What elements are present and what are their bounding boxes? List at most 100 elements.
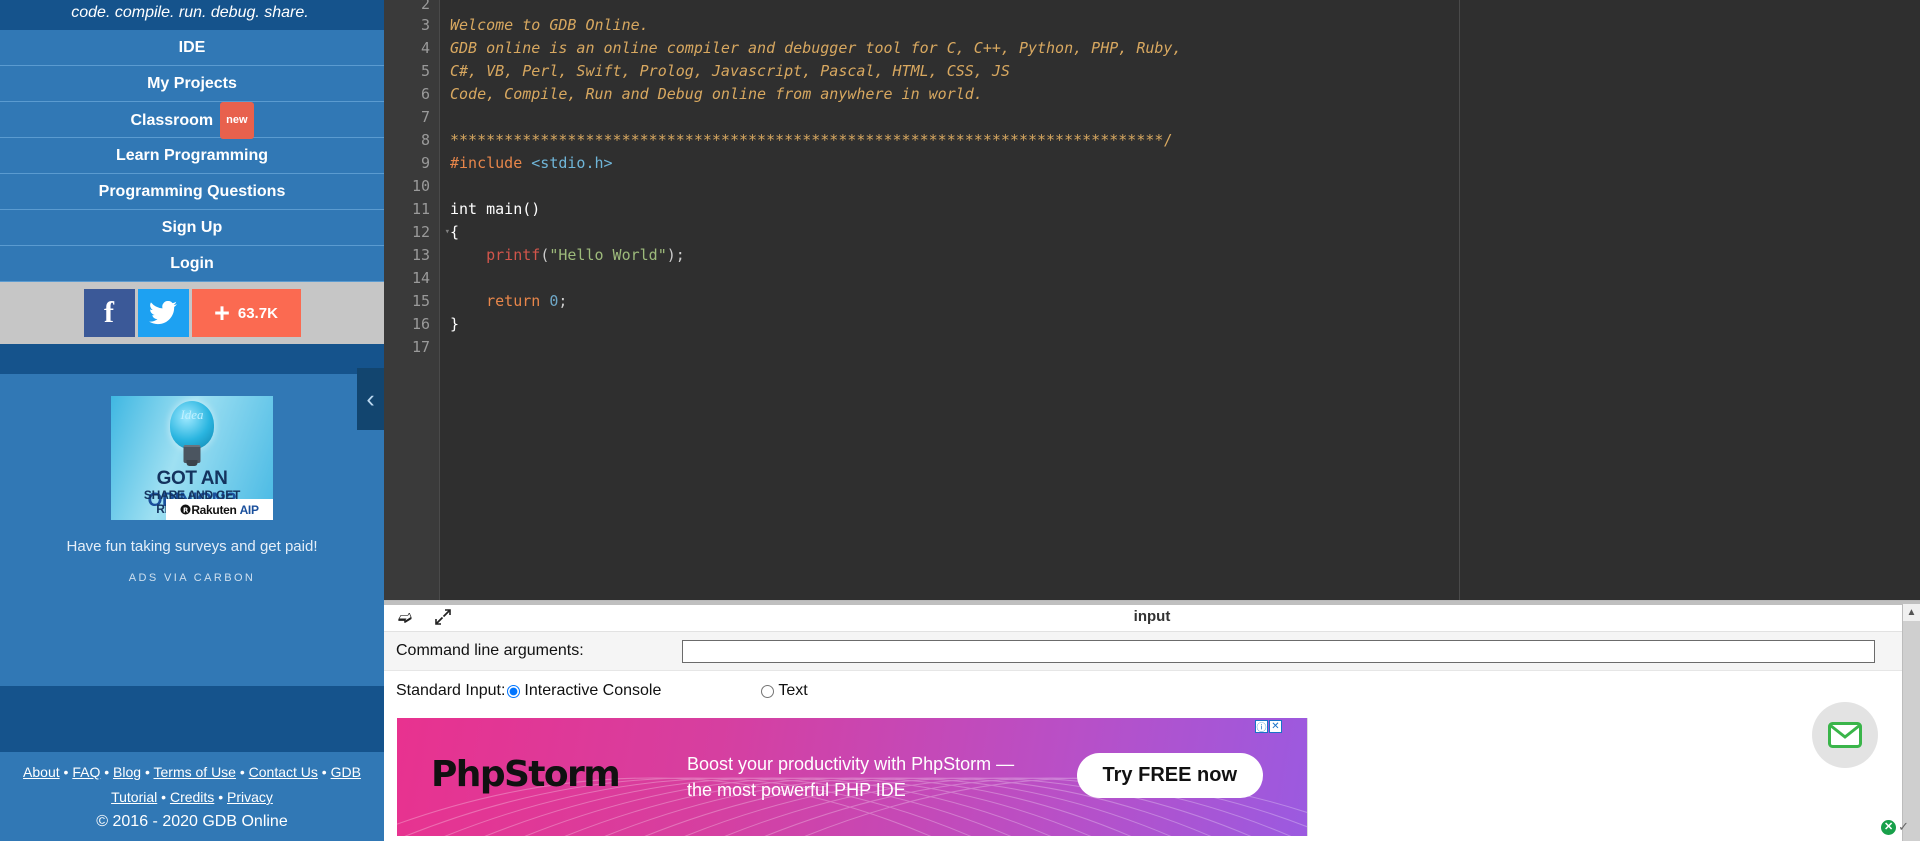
code-line: Welcome to GDB Online. bbox=[450, 16, 649, 34]
carbon-ad[interactable]: Idea GOT AN OPINION? SHARE AND GET REWAR… bbox=[0, 374, 384, 602]
facebook-icon[interactable]: f bbox=[83, 289, 135, 337]
editor-guide-line bbox=[1459, 0, 1460, 600]
envelope-icon bbox=[1828, 722, 1862, 748]
standard-input-row: Standard Input: Interactive Console Text bbox=[384, 671, 1920, 711]
code-line: #include <stdio.h> bbox=[440, 152, 1920, 175]
sidebar-item-login[interactable]: Login bbox=[0, 246, 384, 282]
standard-input-label: Standard Input: bbox=[396, 682, 506, 699]
footer-link-privacy[interactable]: Privacy bbox=[227, 789, 273, 805]
footer-links: About • FAQ • Blog • Terms of Use • Cont… bbox=[8, 760, 376, 810]
sidebar-item-my-projects[interactable]: My Projects bbox=[0, 66, 384, 102]
ad-brand-name: PhpStorm bbox=[431, 754, 621, 795]
footer-link-about[interactable]: About bbox=[23, 764, 60, 780]
code-editor[interactable]: 2 3 4 5 6 7 8 9 10 11 12 ▾ 13 14 15 16 17… bbox=[384, 0, 1920, 600]
line-number: 3 bbox=[420, 16, 430, 34]
footer-separator: • bbox=[104, 764, 110, 780]
code-line: GDB online is an online compiler and deb… bbox=[450, 39, 1182, 57]
sidebar-item-label: My Projects bbox=[147, 75, 237, 92]
line-number: 2 bbox=[420, 0, 430, 13]
radio-text[interactable]: Text bbox=[761, 682, 808, 700]
carbon-ad-body[interactable]: Have fun taking surveys and get paid! bbox=[0, 536, 384, 558]
footer-link-terms-of-use[interactable]: Terms of Use bbox=[154, 764, 236, 780]
ad-copy-line2: the most powerful PHP IDE bbox=[687, 780, 906, 800]
line-number: 6 bbox=[420, 85, 430, 103]
command-line-row: Command line arguments: bbox=[384, 632, 1920, 671]
code-line: { bbox=[450, 223, 460, 241]
carbon-ad-poweredby[interactable]: ADS VIA CARBON bbox=[0, 572, 384, 584]
new-badge: new bbox=[220, 102, 254, 139]
sidebar-item-label: IDE bbox=[178, 39, 206, 56]
line-number: 10 bbox=[411, 177, 430, 195]
footer-link-contact-us[interactable]: Contact Us bbox=[249, 764, 318, 780]
radio-interactive-console-input[interactable] bbox=[507, 684, 521, 698]
chevron-left-icon: ‹ bbox=[366, 384, 375, 413]
twitter-icon[interactable] bbox=[137, 289, 189, 337]
string-literal: "Hello World" bbox=[549, 246, 667, 264]
footer-link-faq[interactable]: FAQ bbox=[72, 764, 100, 780]
sidebar-item-label: Classroom bbox=[130, 112, 214, 129]
check-icon: ✓ bbox=[1898, 819, 1909, 834]
sidebar-item-sign-up[interactable]: Sign Up bbox=[0, 210, 384, 246]
line-number: 4 bbox=[420, 39, 430, 57]
scroll-up-arrow-icon[interactable]: ▲ bbox=[1903, 604, 1920, 621]
carbon-ad-headline-plain: GOT AN bbox=[156, 468, 228, 489]
code-line: ****************************************… bbox=[450, 131, 1173, 149]
footer-link-blog[interactable]: Blog bbox=[113, 764, 141, 780]
line-number: 8 bbox=[420, 131, 430, 149]
command-line-input[interactable] bbox=[682, 639, 1875, 663]
footer-link-credits[interactable]: Credits bbox=[170, 789, 214, 805]
code-line: } bbox=[450, 315, 460, 333]
plus-icon: + bbox=[214, 297, 230, 328]
panel-title: input bbox=[1133, 608, 1171, 625]
line-number: 5 bbox=[420, 62, 430, 80]
status-check-icon[interactable]: ✕ bbox=[1881, 819, 1897, 835]
share-count-button[interactable]: + 63.7K bbox=[191, 289, 301, 337]
sidebar-divider bbox=[0, 344, 384, 374]
line-number: 12 ▾ bbox=[384, 221, 450, 244]
copyright-text: © 2016 - 2020 GDB Online bbox=[96, 813, 288, 830]
paren-close-semicolon: ); bbox=[666, 246, 685, 264]
carbon-ad-image: Idea GOT AN OPINION? SHARE AND GET REWAR… bbox=[111, 396, 273, 520]
sidebar-item-learn-programming[interactable]: Learn Programming bbox=[0, 138, 384, 174]
radio-interactive-console[interactable]: Interactive Console bbox=[507, 682, 661, 700]
status-badge[interactable]: ✕ ✓ bbox=[1881, 819, 1909, 835]
carbon-ad-brand-name: Rakuten bbox=[191, 502, 237, 517]
bottom-advertisement[interactable]: PhpStorm Boost your productivity with Ph… bbox=[397, 718, 1308, 836]
carbon-ad-brand: R Rakuten AIP bbox=[166, 499, 273, 520]
code-line: C#, VB, Perl, Swift, Prolog, Javascript,… bbox=[450, 62, 1010, 80]
code-content[interactable]: Welcome to GDB Online. GDB online is an … bbox=[440, 0, 1920, 600]
sidebar-item-ide[interactable]: IDE bbox=[0, 30, 384, 66]
sidebar-item-label: Learn Programming bbox=[115, 147, 269, 164]
line-number: 14 bbox=[411, 269, 430, 287]
contact-mail-button[interactable] bbox=[1812, 702, 1878, 768]
line-number: 15 bbox=[411, 292, 430, 310]
ad-info-icon[interactable]: ⓘ bbox=[1255, 720, 1268, 734]
sidebar-item-label: Programming Questions bbox=[98, 183, 286, 200]
command-line-label: Command line arguments: bbox=[396, 642, 584, 659]
code-line: return 0; bbox=[440, 290, 1920, 313]
line-number: 17 bbox=[411, 338, 430, 356]
social-share-bar: f + 63.7K bbox=[0, 282, 384, 344]
code-line: printf("Hello World"); bbox=[440, 244, 1920, 267]
site-tagline: code. compile. run. debug. share. bbox=[0, 0, 384, 30]
share-count-label: 63.7K bbox=[237, 304, 278, 322]
sidebar-item-classroom[interactable]: Classroom new bbox=[0, 102, 384, 139]
preprocessor-directive: #include bbox=[450, 154, 523, 172]
sidebar-item-programming-questions[interactable]: Programming Questions bbox=[0, 174, 384, 210]
sidebar-collapse-button[interactable]: ‹ bbox=[357, 368, 384, 430]
paren-open: ( bbox=[540, 246, 550, 264]
panel-scrollbar[interactable]: ▲ bbox=[1902, 604, 1920, 841]
ad-controls: ⓘ ✕ bbox=[1255, 720, 1282, 734]
panel-header: ➫ input bbox=[384, 605, 1920, 632]
line-number: 16 bbox=[411, 315, 430, 333]
status-glyph: ✕ bbox=[1883, 820, 1894, 833]
ad-cta-button[interactable]: Try FREE now bbox=[1076, 753, 1263, 798]
ad-close-icon[interactable]: ✕ bbox=[1269, 720, 1282, 733]
radio-text-input[interactable] bbox=[761, 684, 775, 698]
line-number: 11 bbox=[411, 200, 430, 218]
footer-separator: • bbox=[63, 764, 69, 780]
